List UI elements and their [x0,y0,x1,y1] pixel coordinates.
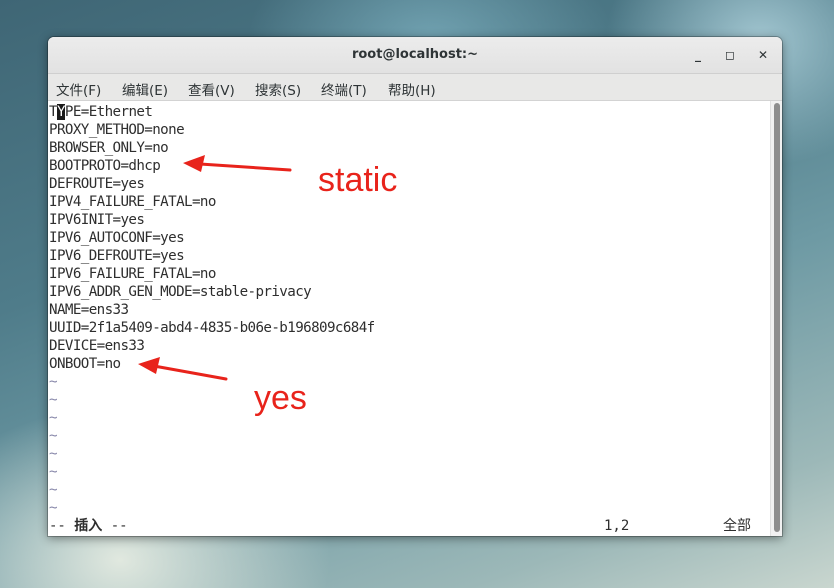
arrow-to-onboot [138,357,228,381]
annotation-arrows [138,155,292,381]
annotation-yes: yes [254,379,307,417]
annotation-static: static [318,161,398,199]
arrow-to-bootproto [183,155,292,172]
